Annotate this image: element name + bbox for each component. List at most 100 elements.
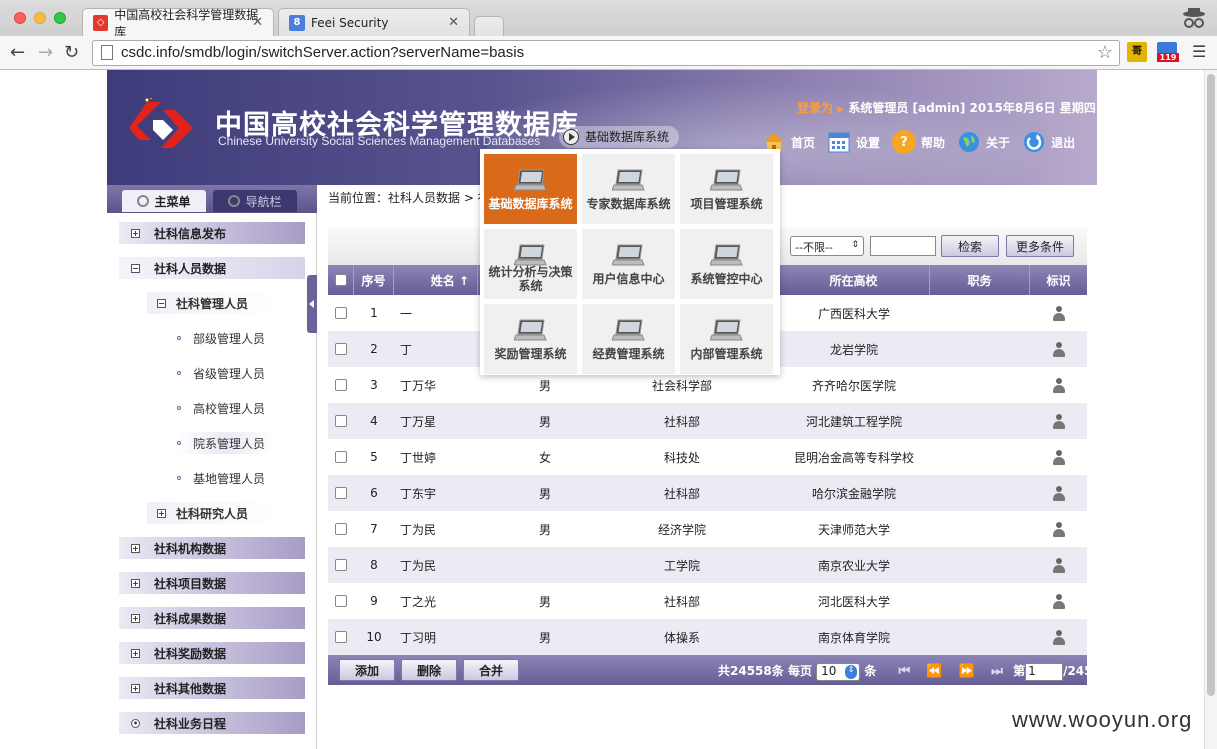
row-checkbox[interactable] <box>335 595 347 607</box>
sidebar-item-projects[interactable]: + 社科项目数据 <box>119 572 305 594</box>
person-icon[interactable] <box>1052 485 1066 501</box>
sidebar-leaf-ministry[interactable]: 部级管理人员 <box>177 327 265 349</box>
person-icon[interactable] <box>1052 629 1066 645</box>
row-checkbox[interactable] <box>335 487 347 499</box>
row-checkbox[interactable] <box>335 451 347 463</box>
row-checkbox[interactable] <box>335 523 347 535</box>
sidebar-leaf-province[interactable]: 省级管理人员 <box>177 362 265 384</box>
first-page-icon[interactable]: ⏮ <box>899 664 911 679</box>
filter-select[interactable]: --不限-- ⇕ <box>790 236 864 256</box>
current-system-selector[interactable]: 基础数据库系统 <box>559 126 680 148</box>
system-tile[interactable]: 内部管理系统 <box>680 304 773 374</box>
browser-tab-csdc[interactable]: ◇ 中国高校社会科学管理数据库 ✕ <box>82 8 274 39</box>
table-row[interactable]: 8 丁为民 工学院 南京农业大学 <box>328 547 1087 583</box>
sidebar-item-schedule[interactable]: • 社科业务日程 <box>119 712 305 734</box>
search-button[interactable]: 检索 <box>941 235 999 257</box>
system-tile[interactable]: 基础数据库系统 <box>484 154 577 224</box>
sidebar-item-achievements[interactable]: + 社科成果数据 <box>119 607 305 629</box>
zoom-window-button[interactable] <box>54 12 66 24</box>
extension-badge-icon[interactable]: 119 <box>1157 42 1179 62</box>
address-bar[interactable]: csdc.info/smdb/login/switchServer.action… <box>92 40 1120 66</box>
select-all-checkbox[interactable] <box>334 274 347 286</box>
header-name[interactable]: 姓名 ↑ <box>394 265 478 295</box>
row-name[interactable]: 丁习明 <box>400 619 510 655</box>
row-checkbox[interactable] <box>335 631 347 643</box>
scrollbar-thumb[interactable] <box>1207 74 1215 696</box>
sidebar-leaf-department[interactable]: 院系管理人员 <box>177 432 276 454</box>
nav-help[interactable]: ? 帮助 <box>892 130 945 154</box>
sidebar-leaf-university[interactable]: 高校管理人员 <box>177 397 265 419</box>
person-icon[interactable] <box>1052 557 1066 573</box>
person-icon[interactable] <box>1052 341 1066 357</box>
new-tab-button[interactable] <box>474 16 504 36</box>
table-row[interactable]: 7 丁为民 男 经济学院 天津师范大学 <box>328 511 1087 547</box>
table-row[interactable]: 10 丁习明 男 体操系 南京体育学院 <box>328 619 1087 655</box>
more-conditions-button[interactable]: 更多条件 <box>1006 235 1074 257</box>
person-icon[interactable] <box>1052 413 1066 429</box>
sidebar-item-other[interactable]: + 社科其他数据 <box>119 677 305 699</box>
bookmark-star-icon[interactable]: ☆ <box>1097 42 1113 63</box>
system-tile[interactable]: 系统管控中心 <box>680 229 773 299</box>
row-checkbox[interactable] <box>335 415 347 427</box>
sidebar-item-info-publish[interactable]: + 社科信息发布 <box>119 222 305 244</box>
row-name[interactable]: 丁为民 <box>400 547 510 583</box>
browser-tab-feei[interactable]: 8 Feei Security ✕ <box>278 8 470 36</box>
sidebar-collapse-button[interactable] <box>307 275 317 333</box>
header-no[interactable]: 序号 <box>354 265 394 295</box>
add-button[interactable]: 添加 <box>339 659 395 681</box>
reload-icon[interactable]: ↻ <box>64 42 79 63</box>
person-icon[interactable] <box>1052 593 1066 609</box>
page-number-input[interactable]: 1 <box>1025 662 1064 681</box>
table-row[interactable]: 9 丁之光 男 社科部 河北医科大学 <box>328 583 1087 619</box>
forward-arrow-icon[interactable]: → <box>38 42 53 63</box>
next-page-icon[interactable]: ⏩ <box>959 664 975 679</box>
close-window-button[interactable] <box>14 12 26 24</box>
page-scrollbar[interactable] <box>1204 70 1217 749</box>
nav-settings[interactable]: 设置 <box>827 130 880 154</box>
row-name[interactable]: 丁为民 <box>400 511 510 547</box>
header-university[interactable]: 所在高校 <box>778 265 930 295</box>
nav-about[interactable]: 关于 <box>957 130 1010 154</box>
minimize-window-button[interactable] <box>34 12 46 24</box>
person-icon[interactable] <box>1052 377 1066 393</box>
row-name[interactable]: 丁万星 <box>400 403 510 439</box>
table-row[interactable]: 4 丁万星 男 社科部 河北建筑工程学院 <box>328 403 1087 439</box>
back-arrow-icon[interactable]: ← <box>10 42 25 63</box>
extension-chip-icon[interactable]: 哥 <box>1127 42 1147 62</box>
row-name[interactable]: 丁之光 <box>400 583 510 619</box>
sidebar-sub-managers[interactable]: − 社科管理人员 <box>147 292 277 314</box>
merge-button[interactable]: 合并 <box>463 659 519 681</box>
delete-button[interactable]: 删除 <box>401 659 457 681</box>
system-tile[interactable]: 用户信息中心 <box>582 229 675 299</box>
prev-page-icon[interactable]: ⏪ <box>926 664 942 679</box>
header-position[interactable]: 职务 <box>930 265 1030 295</box>
person-icon[interactable] <box>1052 305 1066 321</box>
nav-logout[interactable]: 退出 <box>1022 130 1075 154</box>
last-page-icon[interactable]: ⏭ <box>991 664 1003 679</box>
sidebar-sub-researchers[interactable]: + 社科研究人员 <box>147 502 277 524</box>
tab-navigation[interactable]: 导航栏 <box>213 190 297 212</box>
tab-close-icon[interactable]: ✕ <box>448 15 459 30</box>
menu-icon[interactable]: ☰ <box>1192 42 1206 61</box>
sidebar-item-personnel[interactable]: − 社科人员数据 <box>119 257 305 279</box>
system-tile[interactable]: 经费管理系统 <box>582 304 675 374</box>
sidebar-item-institutions[interactable]: + 社科机构数据 <box>119 537 305 559</box>
per-page-select[interactable]: 10 ⇕ <box>816 662 861 681</box>
search-input[interactable] <box>870 236 936 256</box>
row-checkbox[interactable] <box>335 307 347 319</box>
table-row[interactable]: 6 丁东宇 男 社科部 哈尔滨金融学院 <box>328 475 1087 511</box>
person-icon[interactable] <box>1052 521 1066 537</box>
sidebar-leaf-base[interactable]: 基地管理人员 <box>177 467 265 489</box>
system-tile[interactable]: 专家数据库系统 <box>582 154 675 224</box>
table-row[interactable]: 5 丁世婷 女 科技处 昆明冶金高等专科学校 <box>328 439 1087 475</box>
tab-close-icon[interactable]: ✕ <box>252 15 263 30</box>
tab-main-menu[interactable]: 主菜单 <box>122 190 206 212</box>
row-name[interactable]: 丁东宇 <box>400 475 510 511</box>
header-mark[interactable]: 标识 <box>1030 265 1087 295</box>
row-checkbox[interactable] <box>335 559 347 571</box>
person-icon[interactable] <box>1052 449 1066 465</box>
system-tile[interactable]: 奖励管理系统 <box>484 304 577 374</box>
system-tile[interactable]: 项目管理系统 <box>680 154 773 224</box>
system-tile[interactable]: 统计分析与决策系统 <box>484 229 577 299</box>
sidebar-item-awards[interactable]: + 社科奖励数据 <box>119 642 305 664</box>
